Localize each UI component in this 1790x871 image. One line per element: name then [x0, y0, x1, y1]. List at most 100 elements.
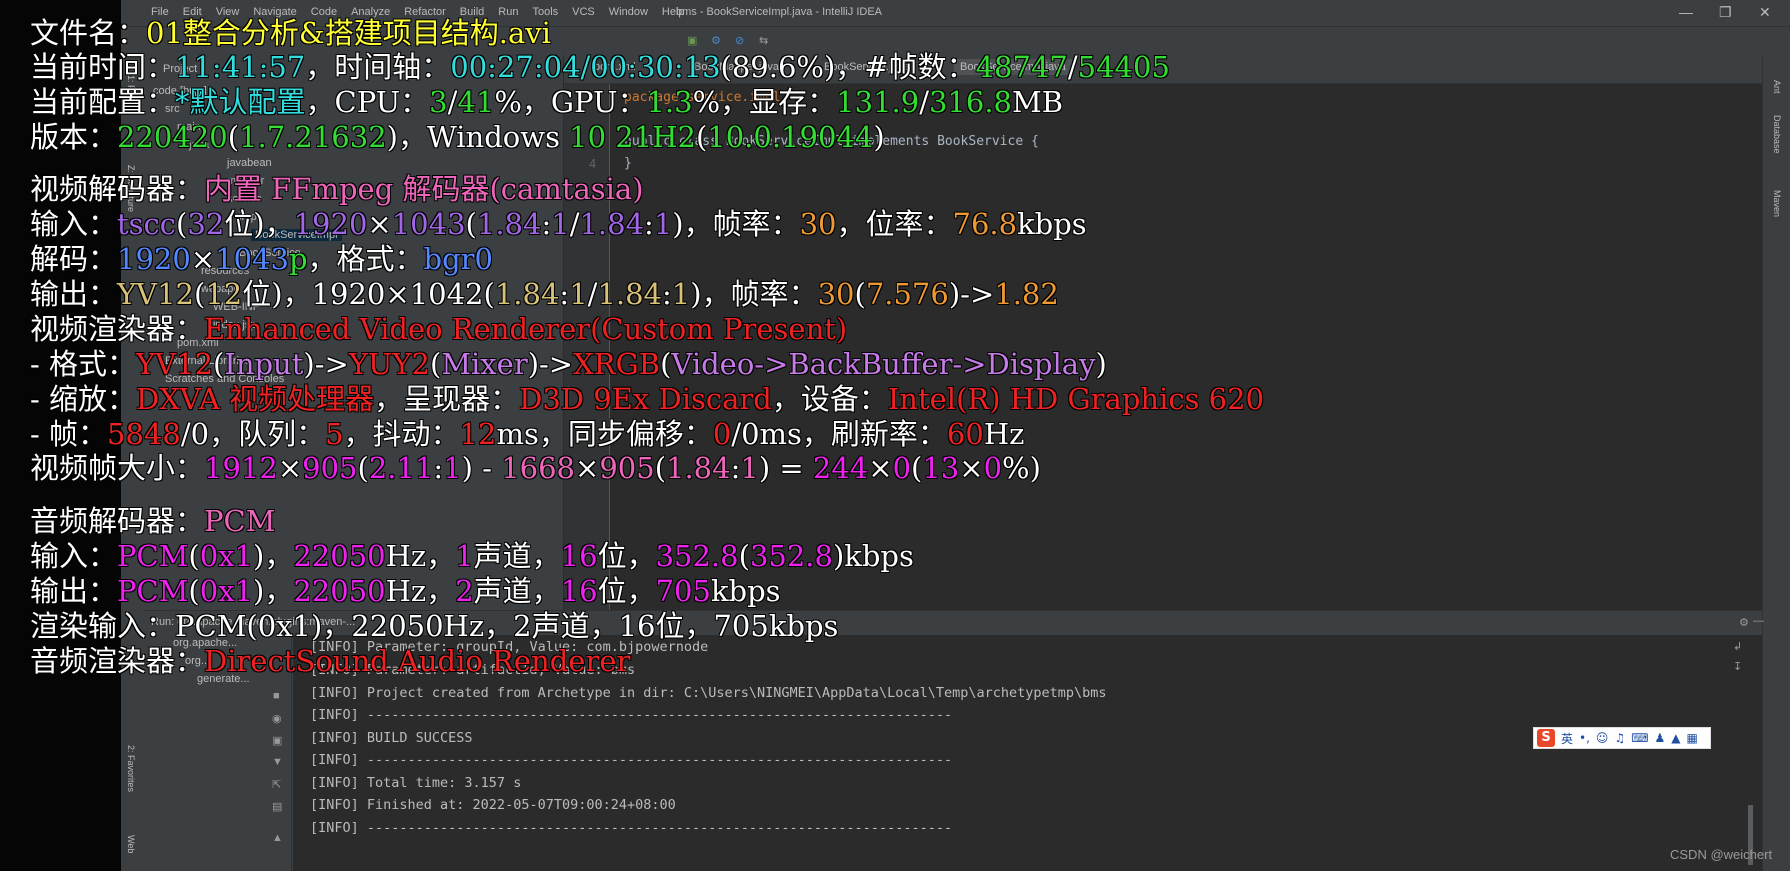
console-output[interactable]: [INFO] Parameter: groupId, Value: com.bj…: [293, 635, 1762, 871]
run-tree-item-2[interactable]: org...: [185, 655, 210, 667]
tree-item-mapper[interactable]: mapper: [227, 175, 264, 187]
menu-view[interactable]: View: [216, 6, 240, 18]
tab-bookserviceimpl[interactable]: BookServiceImpl.java: [954, 59, 1072, 75]
console-line-6: [INFO] ---------------------------------…: [310, 752, 953, 768]
code-line-3: }: [624, 156, 632, 171]
favorites-tool-tab[interactable]: 2: Favorites: [126, 745, 136, 792]
console-line-4: [INFO] ---------------------------------…: [310, 707, 953, 723]
tree-item-external-libraries[interactable]: External Libraries: [165, 355, 251, 367]
tree-item-java[interactable]: java: [189, 139, 209, 151]
code-line-1: package service.impl: [624, 90, 781, 105]
left-tool-strip: 1: Project Z: Structure 2: Favorites Web: [121, 55, 144, 871]
main-toolbar: ▣ ⚙ ⊘ ⇆: [121, 27, 1790, 56]
eye-icon[interactable]: ◉: [272, 712, 282, 725]
menu-refactor[interactable]: Refactor: [404, 6, 446, 18]
code-line-2: public class BookServiceImpl implements …: [624, 134, 1039, 149]
sogou-logo-icon: S: [1537, 729, 1555, 747]
console-line-9: [INFO] ---------------------------------…: [310, 820, 953, 836]
line-number: 4: [589, 157, 597, 171]
tree-item-web-inf[interactable]: WEB-INF: [213, 301, 259, 313]
run-tree-item-1[interactable]: org.apache...: [173, 637, 237, 649]
camera-icon[interactable]: ▣: [272, 734, 282, 747]
run-panel-header: Run: org.apache.maven.plugins:maven-... …: [143, 610, 1764, 636]
run-tree-item-3[interactable]: generate...: [197, 673, 250, 685]
ant-tool-tab[interactable]: Ant: [1772, 80, 1782, 94]
build-icon[interactable]: ▣: [687, 34, 697, 47]
web-tool-tab[interactable]: Web: [126, 835, 136, 853]
minimize-icon[interactable]: —: [1679, 4, 1693, 20]
tree-item-index-jsp[interactable]: index.jsp: [213, 319, 256, 331]
keyboard-icon[interactable]: ⌨: [1631, 731, 1648, 745]
emoji-icon[interactable]: ☺: [1596, 731, 1609, 745]
tab-pom-xml[interactable]: pom.xml: [594, 61, 636, 73]
project-panel: Project code [bms] src main java javabea…: [143, 55, 564, 610]
console-line-3: [INFO] Project created from Archetype in…: [310, 685, 1107, 701]
menu-file[interactable]: File: [151, 6, 169, 18]
filter-icon[interactable]: ▼: [272, 756, 283, 768]
input-method-toolbar[interactable]: S 英 •, ☺ ♫ ⌨ ♟ ▲ ▦: [1533, 727, 1711, 749]
console-line-8: [INFO] Finished at: 2022-05-07T09:00:24+…: [310, 797, 676, 813]
pin-icon[interactable]: ▲: [272, 832, 283, 844]
run-action-strip: ■ ◉ ▣ ▼ ⇱ ▤ ▲: [266, 635, 292, 871]
console-line-2: [INFO] Parameter: artifactId, Value: bms: [310, 662, 636, 678]
menu-run[interactable]: Run: [498, 6, 518, 18]
console-line-5: [INFO] BUILD SUCCESS: [310, 730, 473, 746]
stop-icon[interactable]: ⊘: [735, 34, 744, 47]
csdn-watermark: CSDN @weichert: [1670, 847, 1773, 862]
microphone-icon[interactable]: ♫: [1614, 731, 1625, 745]
skin-icon[interactable]: ▲: [1671, 731, 1680, 745]
menu-analyze[interactable]: Analyze: [351, 6, 390, 18]
layout-icon[interactable]: ▤: [272, 800, 282, 813]
ime-language-mode[interactable]: 英: [1561, 730, 1573, 747]
code-editor[interactable]: 4 package service.impl public class Book…: [564, 84, 1762, 610]
console-line-1: [INFO] Parameter: groupId, Value: com.bj…: [310, 639, 709, 655]
hide-panel-icon[interactable]: —: [1753, 615, 1764, 627]
close-icon[interactable]: ✕: [1759, 4, 1771, 21]
stop-run-icon[interactable]: ■: [273, 690, 280, 702]
tree-item-src[interactable]: src: [165, 103, 180, 115]
user-icon[interactable]: ♟: [1655, 731, 1666, 745]
menu-bar: File Edit View Navigate Code Analyze Ref…: [151, 6, 685, 18]
gear-icon[interactable]: ⚙: [1739, 616, 1749, 629]
title-bar: File Edit View Navigate Code Analyze Ref…: [121, 0, 1790, 27]
tree-item-webapp[interactable]: webapp: [201, 283, 240, 295]
translate-icon[interactable]: ⇆: [759, 34, 768, 47]
tree-item-code[interactable]: code [bms]: [153, 85, 207, 97]
project-panel-title[interactable]: Project: [163, 63, 197, 75]
database-tool-tab[interactable]: Database: [1772, 115, 1782, 154]
menu-edit[interactable]: Edit: [183, 6, 202, 18]
console-line-7: [INFO] Total time: 3.157 s: [310, 775, 522, 791]
maven-tool-tab[interactable]: Maven: [1772, 190, 1782, 217]
right-tool-strip: Ant Database Maven: [1762, 55, 1790, 871]
tab-bookservice[interactable]: BookService.java: [824, 61, 909, 73]
window-title: bms - BookServiceImpl.java - IntelliJ ID…: [676, 6, 883, 18]
tree-item-pom-xml[interactable]: pom.xml: [177, 337, 219, 349]
restore-icon[interactable]: ❐: [1719, 4, 1732, 21]
structure-tool-tab[interactable]: Z: Structure: [126, 165, 136, 212]
soft-wrap-icon[interactable]: ↲: [1733, 640, 1742, 653]
scroll-to-end-icon[interactable]: ↧: [1733, 660, 1742, 673]
punctuation-icon[interactable]: •,: [1579, 731, 1590, 745]
export-icon[interactable]: ⇱: [272, 778, 281, 791]
tree-item-bookservice[interactable]: BookService: [239, 247, 301, 259]
menu-tools[interactable]: Tools: [532, 6, 558, 18]
tree-item-resources[interactable]: resources: [201, 265, 249, 277]
menu-window[interactable]: Window: [609, 6, 648, 18]
tree-item-service[interactable]: service: [227, 193, 262, 205]
editor-tab-bar: pom.xml BookMapper.java BookService.java…: [564, 55, 1762, 84]
tree-item-impl[interactable]: impl: [239, 211, 259, 223]
tree-item-bookserviceimpl[interactable]: BookServiceImpl: [251, 229, 342, 241]
tree-item-scratches[interactable]: Scratches and Consoles: [165, 373, 284, 385]
run-config-icon[interactable]: ⚙: [711, 34, 721, 47]
project-tool-tab[interactable]: 1: Project: [126, 75, 136, 113]
menu-vcs[interactable]: VCS: [572, 6, 595, 18]
run-panel-title[interactable]: Run: org.apache.maven.plugins:maven-...: [151, 616, 355, 628]
tree-item-javabean[interactable]: javabean: [227, 157, 272, 169]
toolbox-icon[interactable]: ▦: [1687, 731, 1698, 745]
menu-navigate[interactable]: Navigate: [253, 6, 296, 18]
tab-bookmapper[interactable]: BookMapper.java: [694, 61, 779, 73]
tree-item-main[interactable]: main: [177, 121, 201, 133]
menu-build[interactable]: Build: [460, 6, 484, 18]
menu-code[interactable]: Code: [311, 6, 337, 18]
video-letterbox-left: [0, 0, 121, 871]
